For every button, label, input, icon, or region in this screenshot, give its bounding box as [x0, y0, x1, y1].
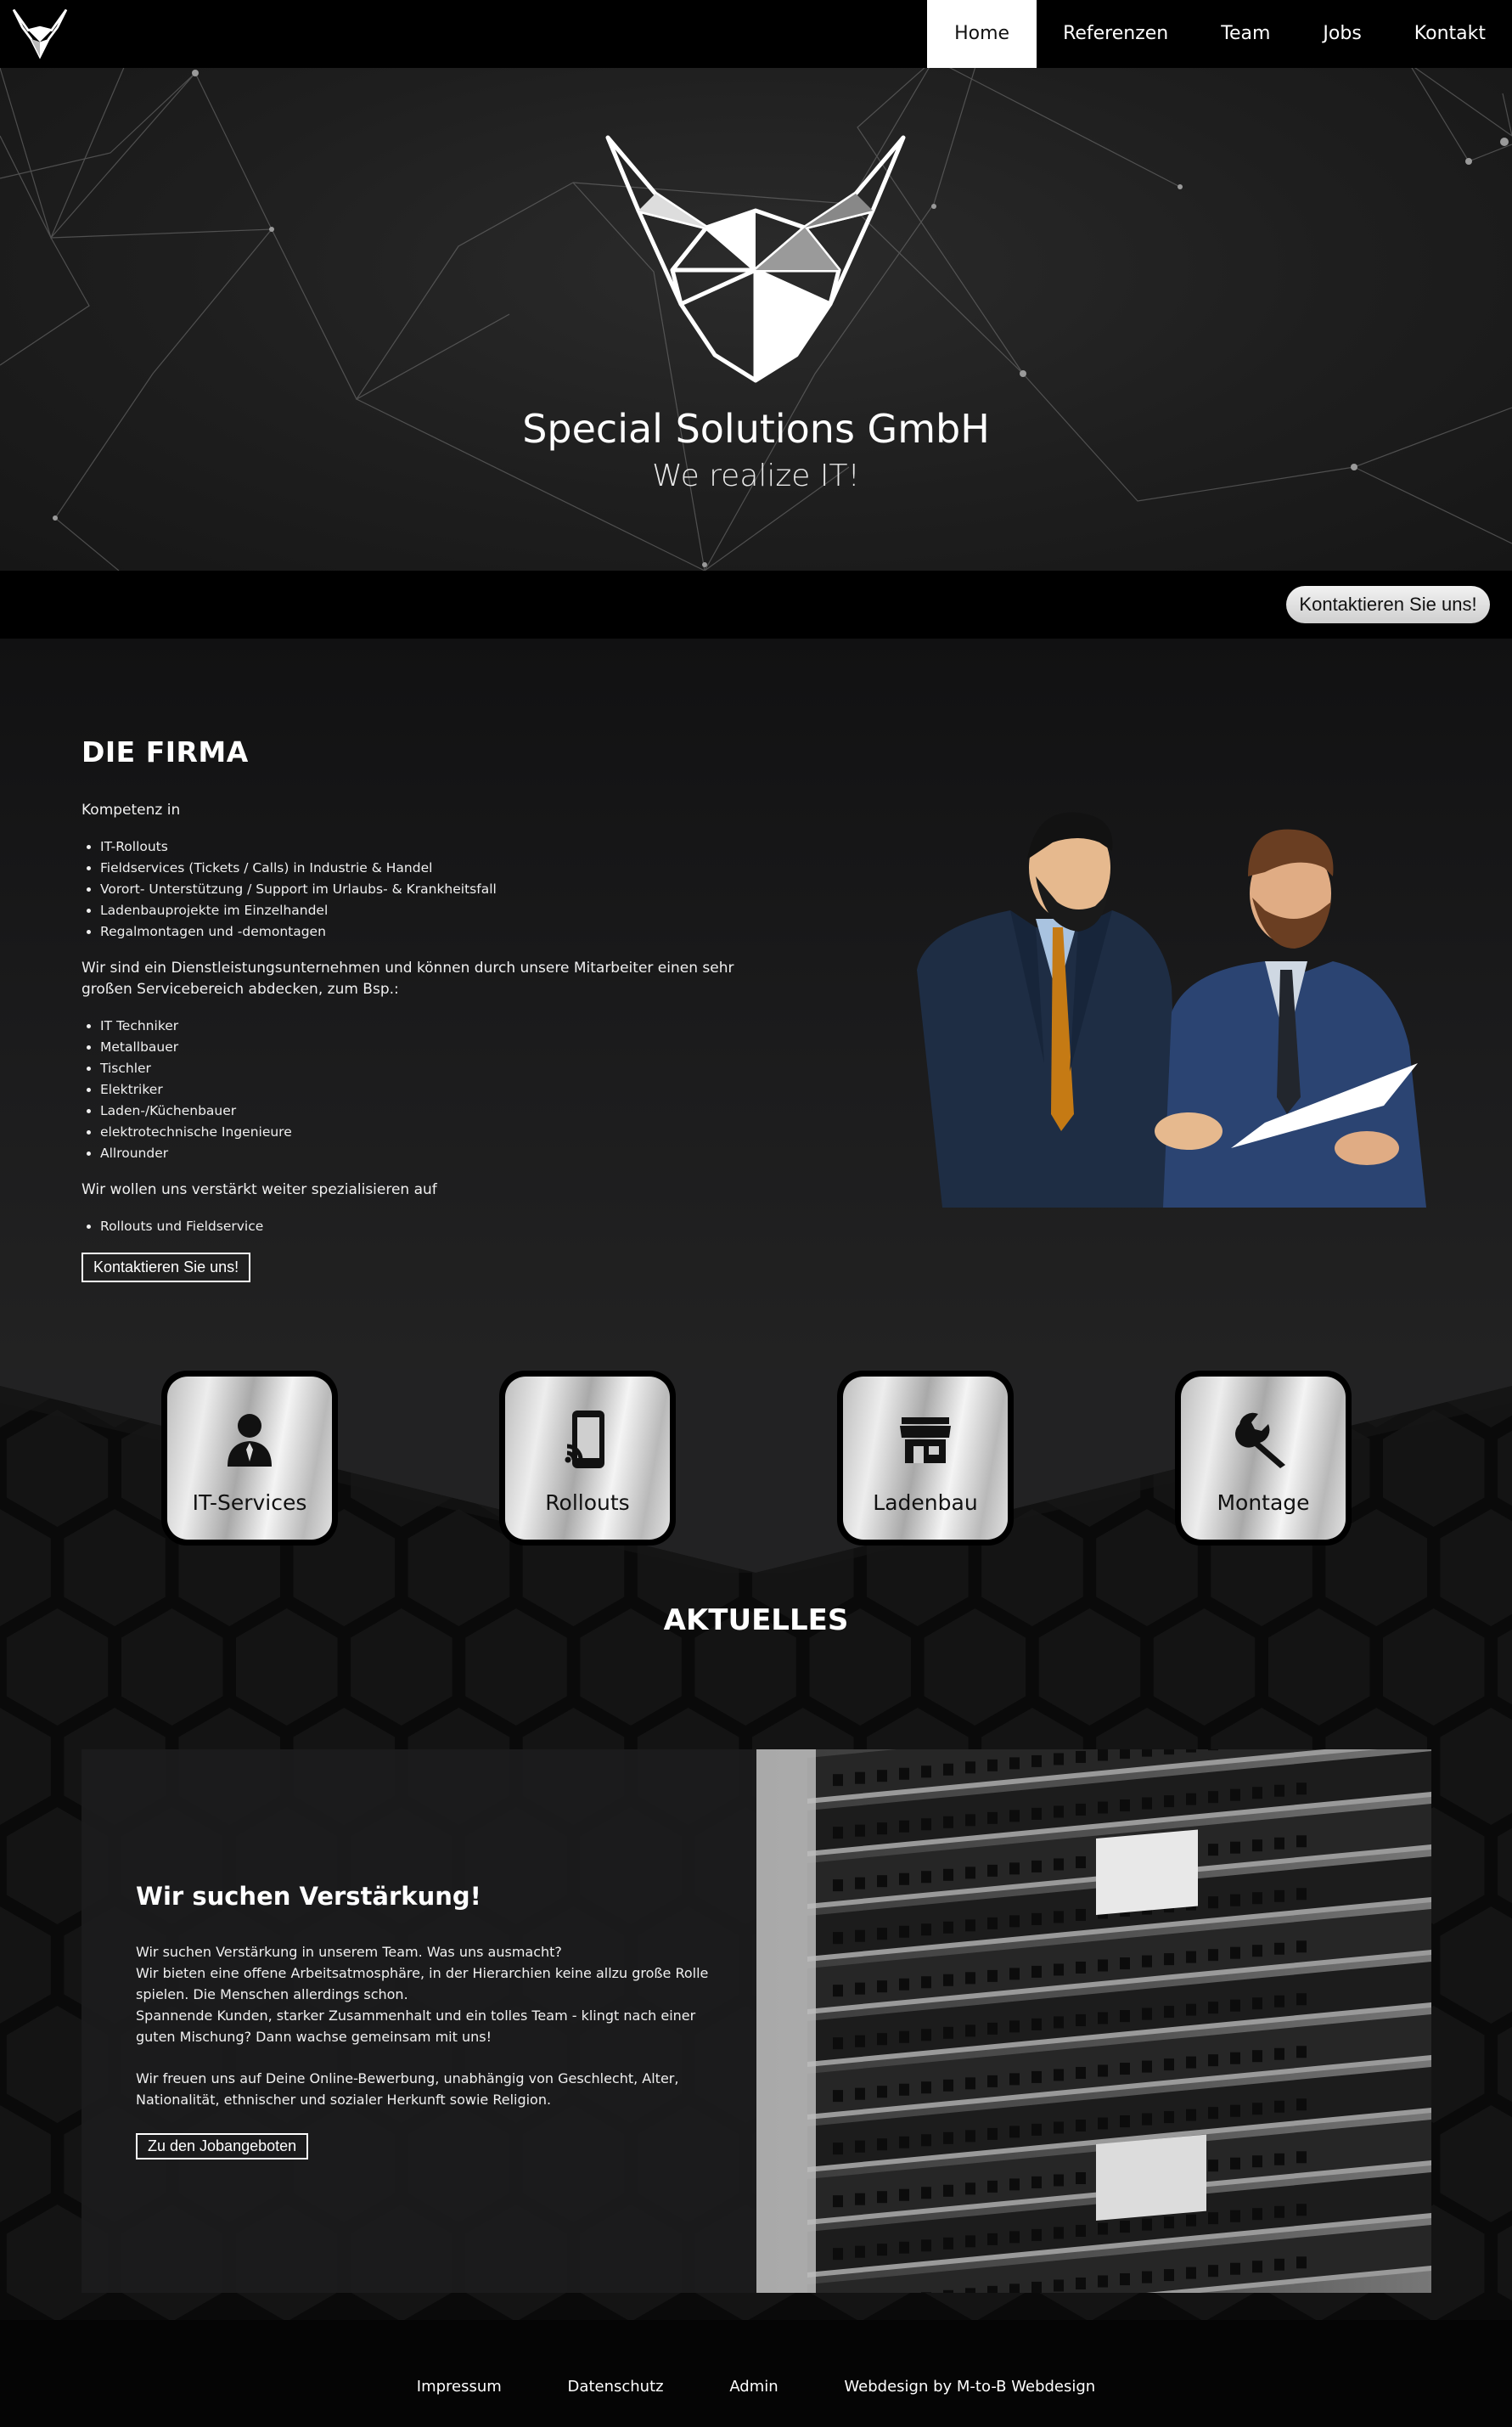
aktuelles-heading: AKTUELLES — [663, 1603, 849, 1637]
store-icon — [843, 1409, 1008, 1470]
nav-item-referenzen[interactable]: Referenzen — [1037, 0, 1194, 68]
mobile-cast-icon — [505, 1409, 670, 1470]
contact-strip: Kontaktieren Sie uns! — [0, 571, 1512, 639]
bull-logo-icon[interactable] — [10, 7, 70, 59]
hero-banner: Special Solutions GmbH We realize IT! — [0, 68, 1512, 571]
firma-intro: Kompetenz in — [82, 802, 181, 819]
page: Home Referenzen Team Jobs Kontakt Specia… — [0, 0, 1512, 2427]
bull-head-logo-icon — [605, 135, 906, 383]
list-item: Fieldservices (Tickets / Calls) in Indus… — [100, 858, 778, 879]
footer-link-datenschutz[interactable]: Datenschutz — [568, 2378, 664, 2396]
job-line: Wir freuen uns auf Deine Online-Bewerbun… — [136, 2070, 679, 2108]
list-item: Ladenbauprojekte im Einzelhandel — [100, 900, 778, 921]
list-item: Metallbauer — [100, 1037, 778, 1058]
server-label-sticker — [1096, 2134, 1206, 2221]
list-item: Tischler — [100, 1058, 778, 1079]
list-item: Laden-/Küchenbauer — [100, 1101, 778, 1122]
list-item: Elektriker — [100, 1079, 778, 1101]
footer-links: Impressum Datenschutz Admin Webdesign by… — [0, 2378, 1512, 2396]
list-item: Vorort- Unterstützung / Support im Urlau… — [100, 879, 778, 900]
hex-cell — [1498, 1827, 1512, 1904]
service-label: IT-Services — [192, 1490, 307, 1515]
server-rack-drawing — [756, 1749, 1431, 2293]
hex-cell — [1440, 2105, 1512, 2222]
hex-cell — [1498, 2225, 1512, 2301]
hex-cell — [1440, 1708, 1512, 1825]
job-line: Wir suchen Verstärkung in unserem Team. … — [136, 1944, 562, 1960]
list-item: IT Techniker — [100, 1016, 778, 1037]
firma-section: DIE FIRMA Kompetenz in IT-Rollouts Field… — [0, 639, 1512, 1369]
firma-content: Kompetenz in IT-Rollouts Fieldservices (… — [82, 800, 778, 1282]
footer: Impressum Datenschutz Admin Webdesign by… — [0, 2320, 1512, 2427]
wrench-icon — [1181, 1409, 1346, 1470]
service-tile-face: Rollouts — [505, 1377, 670, 1540]
hex-cell — [1440, 1906, 1512, 2024]
footer-link-webdesign[interactable]: Webdesign by M-to-B Webdesign — [844, 2378, 1095, 2396]
job-card-title: Wir suchen Verstärkung! — [136, 1882, 481, 1911]
firma-special-text: Wir wollen uns verstärkt weiter speziali… — [82, 1181, 437, 1198]
firma-contact-button[interactable]: Kontaktieren Sie uns! — [82, 1253, 251, 1282]
top-navigation-bar: Home Referenzen Team Jobs Kontakt — [0, 0, 1512, 68]
firma-service-text: Wir sind ein Dienstleistungsunternehmen … — [82, 960, 734, 998]
footer-link-admin[interactable]: Admin — [729, 2378, 778, 2396]
service-tile-ladenbau[interactable]: Ladenbau — [837, 1371, 1014, 1546]
service-tile-face: IT-Services — [167, 1377, 332, 1540]
main-nav: Home Referenzen Team Jobs Kontakt — [927, 0, 1512, 68]
service-label: Ladenbau — [873, 1490, 978, 1515]
footer-link-impressum[interactable]: Impressum — [417, 2378, 502, 2396]
hero-subtitle: We realize IT! — [652, 459, 860, 493]
nav-item-kontakt[interactable]: Kontakt — [1388, 0, 1512, 68]
service-tile-face: Ladenbau — [843, 1377, 1008, 1540]
list-item: Allrounder — [100, 1143, 778, 1164]
hero-title: Special Solutions GmbH — [522, 406, 990, 452]
service-tile-face: Montage — [1181, 1377, 1346, 1540]
job-card: Wir suchen Verstärkung! Wir suchen Verst… — [82, 1749, 756, 2293]
firma-heading: DIE FIRMA — [82, 735, 249, 769]
rack-frame — [756, 1749, 816, 2293]
special-list: Rollouts und Fieldservice — [100, 1216, 778, 1237]
server-rack-image — [756, 1749, 1431, 2293]
job-offers-button[interactable]: Zu den Jobangeboten — [136, 2133, 309, 2160]
staff-list: IT Techniker Metallbauer Tischler Elektr… — [100, 1016, 778, 1164]
server-label-sticker — [1096, 1829, 1198, 1916]
list-item: Rollouts und Fieldservice — [100, 1216, 778, 1237]
nav-item-home[interactable]: Home — [927, 0, 1037, 68]
user-tie-icon — [167, 1409, 332, 1470]
service-tile-rollouts[interactable]: Rollouts — [499, 1371, 676, 1546]
hex-cell — [1498, 2026, 1512, 2103]
nav-item-team[interactable]: Team — [1194, 0, 1296, 68]
job-line: Wir bieten eine offene Arbeitsatmosphäre… — [136, 1965, 709, 2002]
job-card-text: Wir suchen Verstärkung in unserem Team. … — [136, 1941, 722, 2110]
contact-pill-button[interactable]: Kontaktieren Sie uns! — [1286, 586, 1490, 623]
nav-item-jobs[interactable]: Jobs — [1296, 0, 1387, 68]
business-people-illustration — [917, 812, 1426, 1208]
service-label: Rollouts — [545, 1490, 630, 1515]
list-item: elektrotechnische Ingenieure — [100, 1122, 778, 1143]
hex-cell — [0, 2105, 51, 2222]
competence-list: IT-Rollouts Fieldservices (Tickets / Cal… — [100, 836, 778, 943]
list-item: Regalmontagen und -demontagen — [100, 921, 778, 943]
job-line: Spannende Kunden, starker Zusammenhalt u… — [136, 2007, 696, 2045]
service-tile-it-services[interactable]: IT-Services — [161, 1371, 338, 1546]
service-label: Montage — [1217, 1490, 1310, 1515]
hex-cell — [0, 1708, 51, 1825]
service-tile-montage[interactable]: Montage — [1175, 1371, 1352, 1546]
list-item: IT-Rollouts — [100, 836, 778, 858]
hex-cell — [0, 1906, 51, 2024]
